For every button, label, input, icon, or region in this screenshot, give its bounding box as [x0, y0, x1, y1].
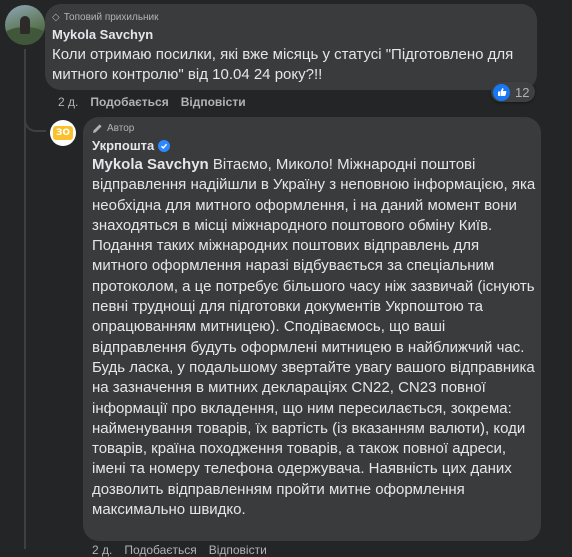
diamond-icon: ◇: [52, 12, 60, 23]
thread-connector: [24, 112, 46, 132]
reply-reply-button[interactable]: Відповісти: [209, 543, 267, 557]
reply-author[interactable]: Укрпошта: [92, 138, 171, 153]
comment-actions: 2 д. Подобається Відповісти: [58, 95, 246, 109]
reply-time[interactable]: 2 д.: [92, 543, 112, 557]
reply-body: Вітаємо, Миколо! Міжнародні поштові відп…: [92, 156, 536, 519]
avatar-person: [20, 16, 30, 34]
comment-time[interactable]: 2 д.: [58, 95, 78, 109]
comment-author[interactable]: Mykola Savchyn: [52, 27, 153, 42]
reply-button[interactable]: Відповісти: [181, 95, 246, 109]
ukrposhta-logo: ЗО: [53, 126, 73, 140]
like-button[interactable]: Подобається: [90, 95, 168, 109]
reaction-count: 12: [515, 84, 530, 100]
reply-like-button[interactable]: Подобається: [124, 543, 196, 557]
comment-text: Коли отримаю посилки, які вже місяць у с…: [52, 46, 514, 83]
reply-actions: 2 д. Подобається Відповісти: [92, 543, 267, 557]
author-badge-label: Автор: [107, 123, 135, 134]
reply-text: Mykola Savchyn Вітаємо, Миколо! Міжнарод…: [92, 155, 538, 520]
verified-check-icon: [158, 139, 171, 152]
reactions-summary[interactable]: 12: [491, 82, 536, 102]
avatar[interactable]: [5, 5, 45, 45]
reply-author-name: Укрпошта: [92, 138, 155, 153]
top-fan-badge-label: Топовий прихильник: [63, 12, 159, 23]
ukrposhta-avatar[interactable]: ЗО: [50, 120, 76, 146]
top-fan-badge: ◇ Топовий прихильник: [52, 12, 159, 23]
mention-link[interactable]: Mykola Savchyn: [92, 156, 209, 173]
pencil-icon: [93, 124, 102, 133]
thumbs-up-icon: [493, 83, 510, 101]
author-badge: Автор: [92, 123, 134, 134]
